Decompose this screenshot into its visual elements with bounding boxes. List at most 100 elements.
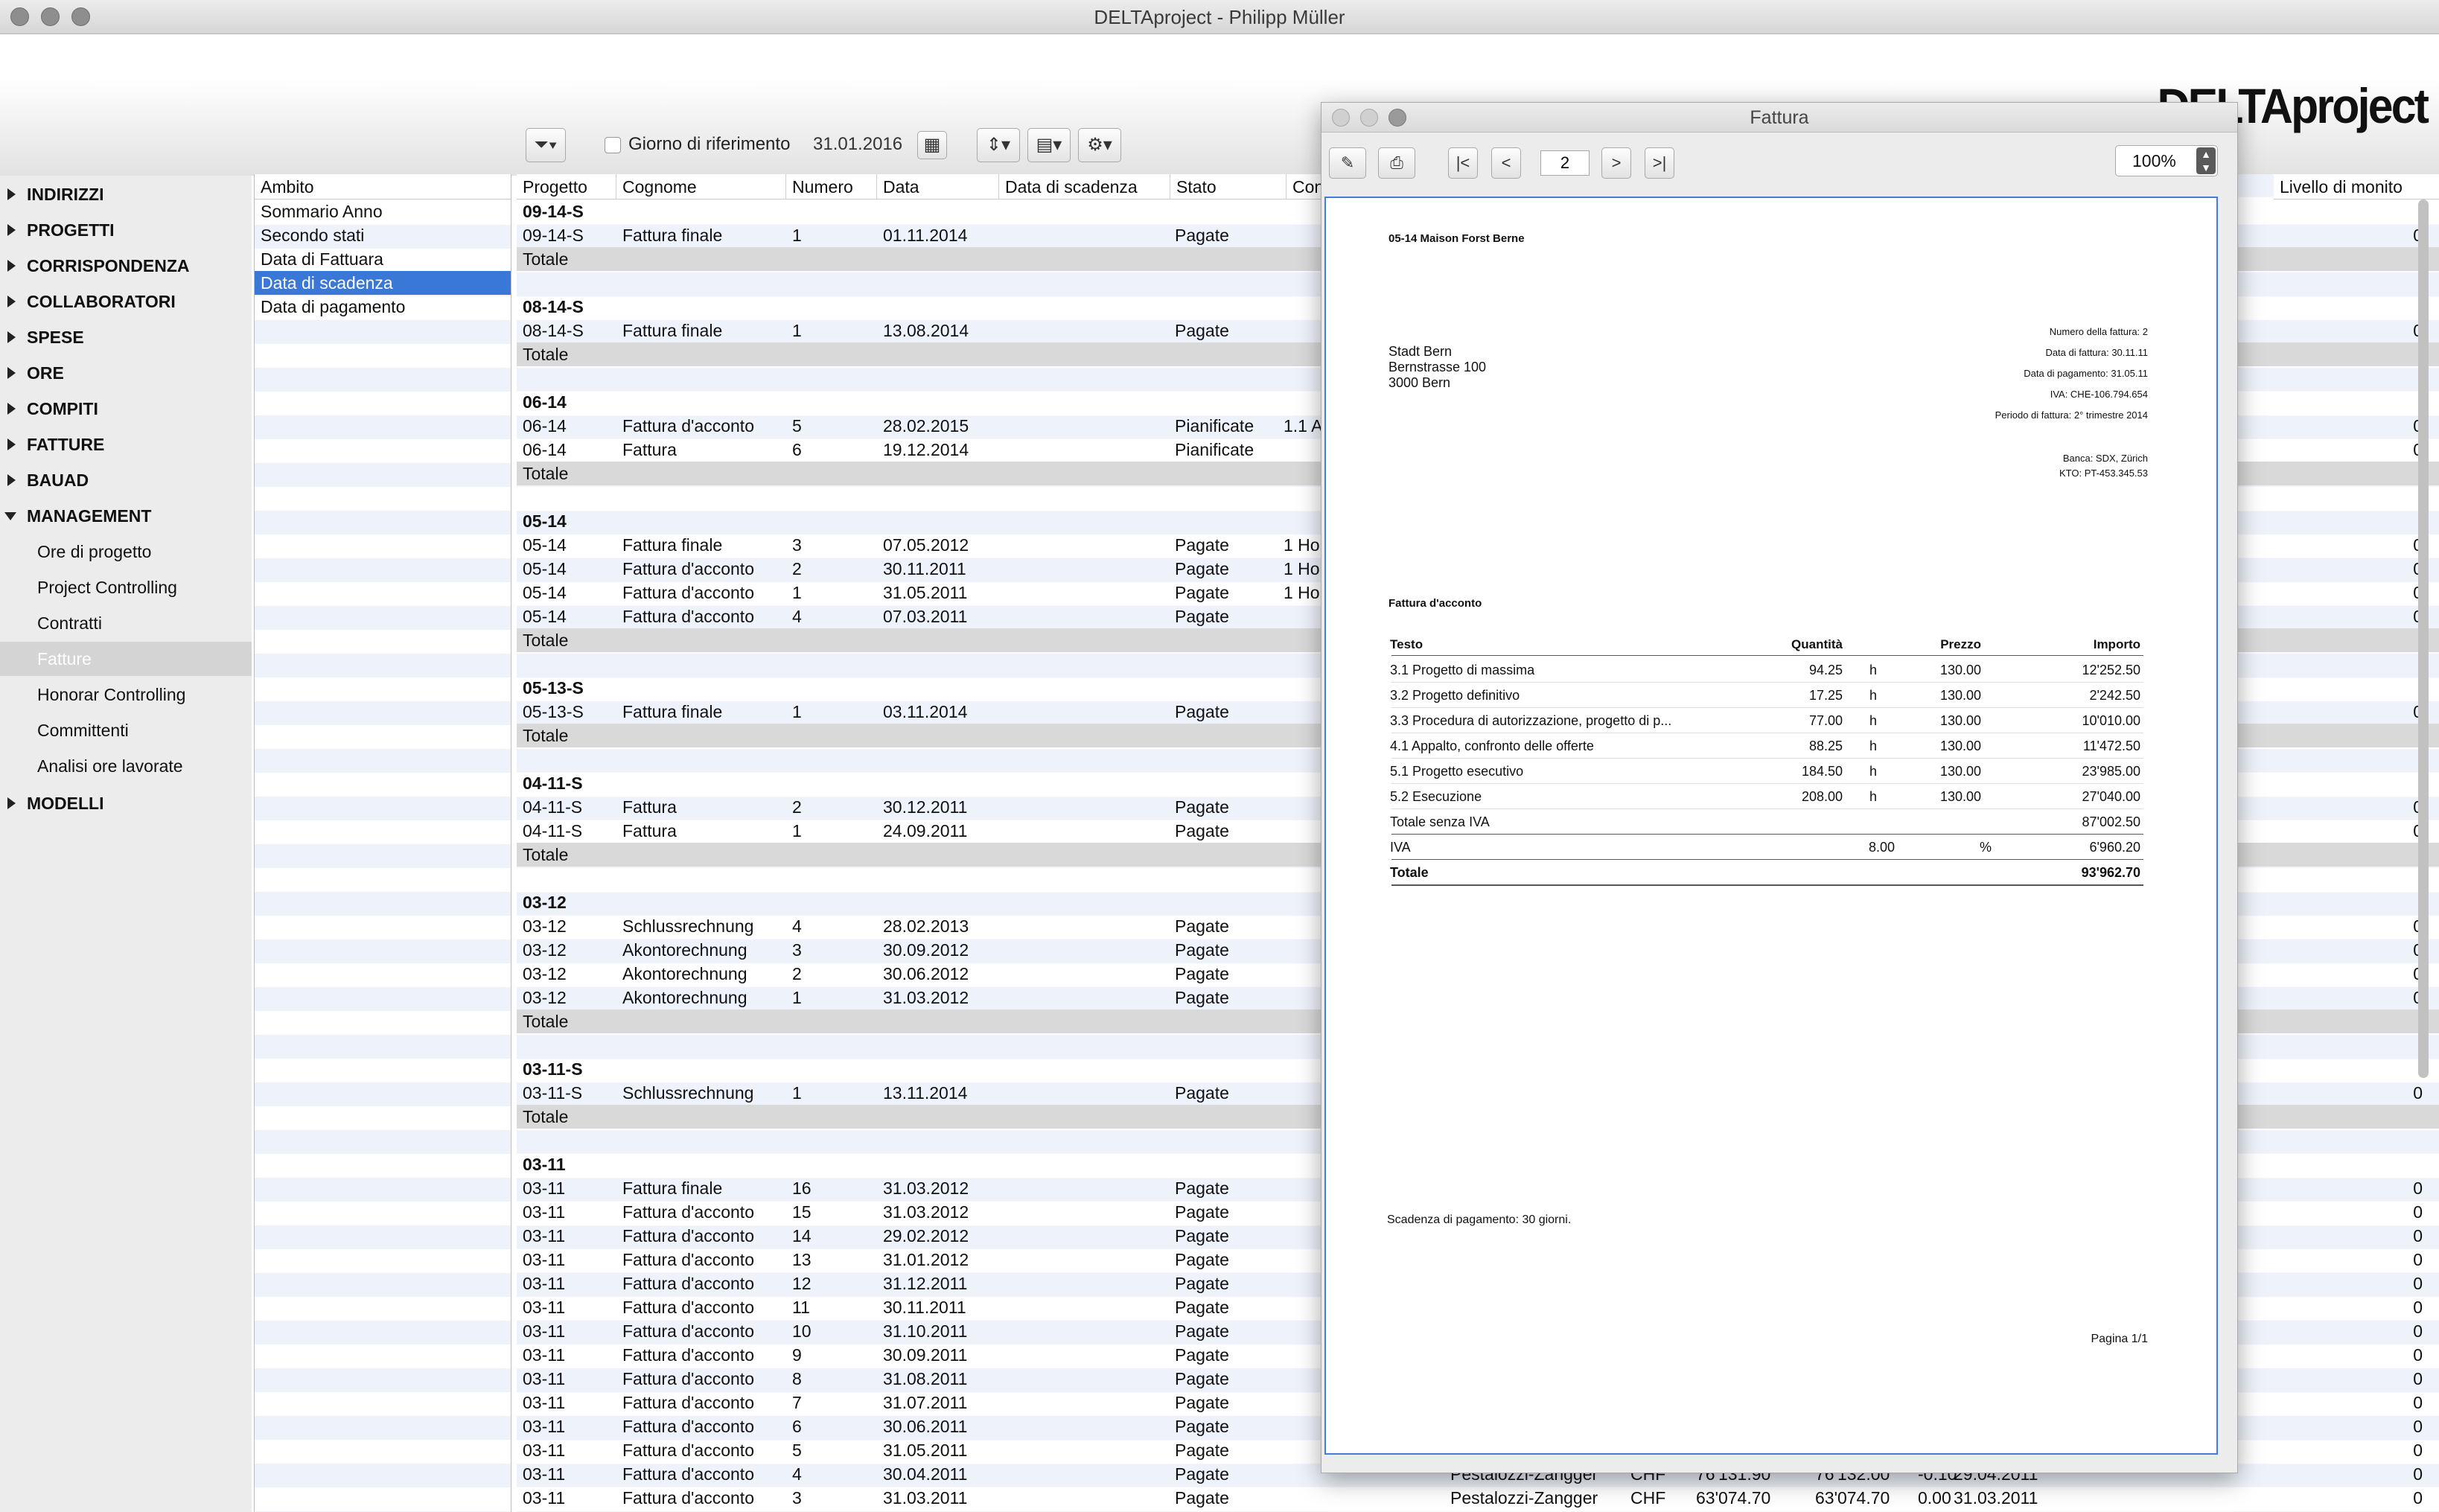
disclosure-closed-icon[interactable]	[7, 403, 16, 415]
scope-item[interactable]: Sommario Anno	[255, 200, 511, 223]
sidebar-item[interactable]: Contratti	[0, 606, 252, 640]
sidebar-item[interactable]: INDIRIZZI	[0, 177, 252, 211]
disclosure-closed-icon[interactable]	[7, 188, 16, 200]
column-header[interactable]: Livello di monito	[2274, 174, 2439, 200]
sidebar-item[interactable]: FATTURE	[0, 427, 252, 462]
name-cell: Fattura d'acconto	[622, 583, 754, 602]
project-cell: 05-14	[523, 607, 567, 626]
column-header[interactable]: Data	[877, 174, 999, 200]
sidebar-item[interactable]: MANAGEMENT	[0, 499, 252, 533]
date-cell: 31.01.2012	[883, 1250, 969, 1269]
sidebar-item[interactable]: Fatture	[0, 642, 252, 676]
document-button[interactable]: ▤▾	[1027, 128, 1071, 162]
sidebar-item[interactable]: Committenti	[0, 713, 252, 747]
disclosure-open-icon[interactable]	[4, 512, 16, 520]
preview-close-button[interactable]	[1332, 109, 1350, 127]
status-cell: Pagate	[1175, 940, 1229, 960]
disclosure-closed-icon[interactable]	[7, 224, 16, 236]
project-cell: Totale	[523, 631, 569, 650]
calendar-button[interactable]: ▦	[917, 131, 947, 159]
number-cell: 6	[792, 1417, 802, 1436]
name-cell: Akontorechnung	[622, 988, 747, 1007]
disclosure-closed-icon[interactable]	[7, 331, 16, 343]
name-cell: Fattura	[622, 821, 677, 840]
date-cell: 30.06.2011	[883, 1417, 968, 1436]
page-number-input[interactable]	[1540, 150, 1590, 176]
name-cell: Fattura d'acconto	[622, 1321, 754, 1341]
disclosure-closed-icon[interactable]	[7, 367, 16, 379]
sort-button[interactable]: ⇕▾	[977, 128, 1020, 162]
close-window-button[interactable]	[10, 7, 29, 26]
preview-minimize-button[interactable]	[1360, 109, 1378, 127]
line-description: 5.1 Progetto esecutivo	[1390, 764, 1524, 779]
column-header[interactable]: Progetto	[517, 174, 616, 200]
hidden-column-cell: 31.03.2011	[1954, 1488, 2038, 1508]
status-cell: Pagate	[1175, 535, 1229, 555]
project-cell: 05-14	[523, 559, 567, 578]
date-cell: 30.06.2012	[883, 964, 969, 983]
project-cell: 06-14	[523, 440, 567, 459]
project-cell: 05-13-S	[523, 702, 584, 721]
sidebar-item-label: FATTURE	[27, 435, 105, 454]
zoom-stepper-icon[interactable]: ▲ ▼	[2196, 147, 2216, 174]
monitor-level-cell: 0	[2413, 1417, 2423, 1436]
sidebar-item[interactable]: MODELLI	[0, 786, 252, 820]
sidebar-item[interactable]: Ore di progetto	[0, 535, 252, 569]
sidebar-item[interactable]: PROGETTI	[0, 213, 252, 247]
number-cell: 2	[792, 797, 802, 817]
project-cell: 03-12	[523, 893, 567, 912]
sidebar-item[interactable]: COLLABORATORI	[0, 284, 252, 319]
reference-day-date[interactable]: 31.01.2016	[813, 131, 902, 158]
name-cell: Fattura d'acconto	[622, 1369, 754, 1388]
disclosure-closed-icon[interactable]	[7, 474, 16, 486]
vat-divider	[1391, 859, 2143, 860]
column-header[interactable]: Stato	[1170, 174, 1287, 200]
sidebar-item[interactable]: Analisi ore lavorate	[0, 749, 252, 783]
sidebar-item[interactable]: Project Controlling	[0, 570, 252, 605]
zoom-select[interactable]: 100% ▲ ▼	[2115, 145, 2218, 176]
minimize-window-button[interactable]	[41, 7, 60, 26]
sidebar-item[interactable]: CORRISPONDENZA	[0, 249, 252, 283]
table-row[interactable]: 03-11 Fattura d'acconto 3 31.03.2011 Pagate 0…	[517, 1486, 2439, 1510]
line-price: 130.00	[1939, 764, 1981, 779]
calendar-icon: ▦	[923, 135, 941, 155]
previous-page-button[interactable]: <	[1491, 147, 1521, 179]
settings-button[interactable]: ⚙▾	[1078, 128, 1121, 162]
sidebar-item[interactable]: ORE	[0, 356, 252, 390]
column-header[interactable]: Cognome	[616, 174, 786, 200]
name-cell: Fattura d'acconto	[622, 607, 754, 626]
sidebar-item[interactable]: COMPITI	[0, 392, 252, 426]
last-page-button[interactable]: >|	[1645, 147, 1674, 179]
preview-zoom-button[interactable]	[1389, 109, 1406, 127]
sidebar-item-label: MANAGEMENT	[27, 506, 152, 526]
column-header[interactable]: Numero	[786, 174, 877, 200]
edit-button[interactable]: ✎	[1329, 147, 1366, 179]
disclosure-closed-icon[interactable]	[7, 797, 16, 809]
number-cell: 1	[792, 226, 802, 245]
disclosure-closed-icon[interactable]	[7, 438, 16, 450]
project-cell: Totale	[523, 845, 569, 864]
reference-day-checkbox[interactable]	[605, 137, 621, 153]
zoom-window-button[interactable]	[71, 7, 90, 26]
sidebar-item[interactable]: Honorar Controlling	[0, 677, 252, 712]
scope-item[interactable]: Data di pagamento	[255, 295, 511, 319]
sidebar-item[interactable]: BAUAD	[0, 463, 252, 497]
table-divider	[1391, 655, 2143, 656]
table-scrollbar[interactable]	[2418, 200, 2429, 1078]
project-cell: 03-11	[523, 1345, 566, 1365]
sidebar-item[interactable]: SPESE	[0, 320, 252, 354]
filter-button[interactable]: ⏷▾	[526, 128, 566, 162]
scope-item[interactable]: Data di Fattuara	[255, 247, 511, 271]
line-price: 130.00	[1939, 739, 1981, 753]
recipient-address-line: Bernstrasse 100	[1389, 360, 1487, 374]
disclosure-closed-icon[interactable]	[7, 296, 16, 307]
disclosure-closed-icon[interactable]	[7, 260, 16, 272]
print-button[interactable]: ⎙	[1378, 147, 1415, 179]
scope-item[interactable]: Data di scadenza	[255, 271, 511, 295]
next-page-button[interactable]: >	[1601, 147, 1631, 179]
column-header[interactable]: Data di scadenza	[999, 174, 1170, 200]
status-cell: Pagate	[1175, 607, 1229, 626]
first-page-button[interactable]: |<	[1448, 147, 1478, 179]
scope-item[interactable]: Secondo stati	[255, 223, 511, 247]
name-cell: Fattura finale	[622, 321, 723, 340]
